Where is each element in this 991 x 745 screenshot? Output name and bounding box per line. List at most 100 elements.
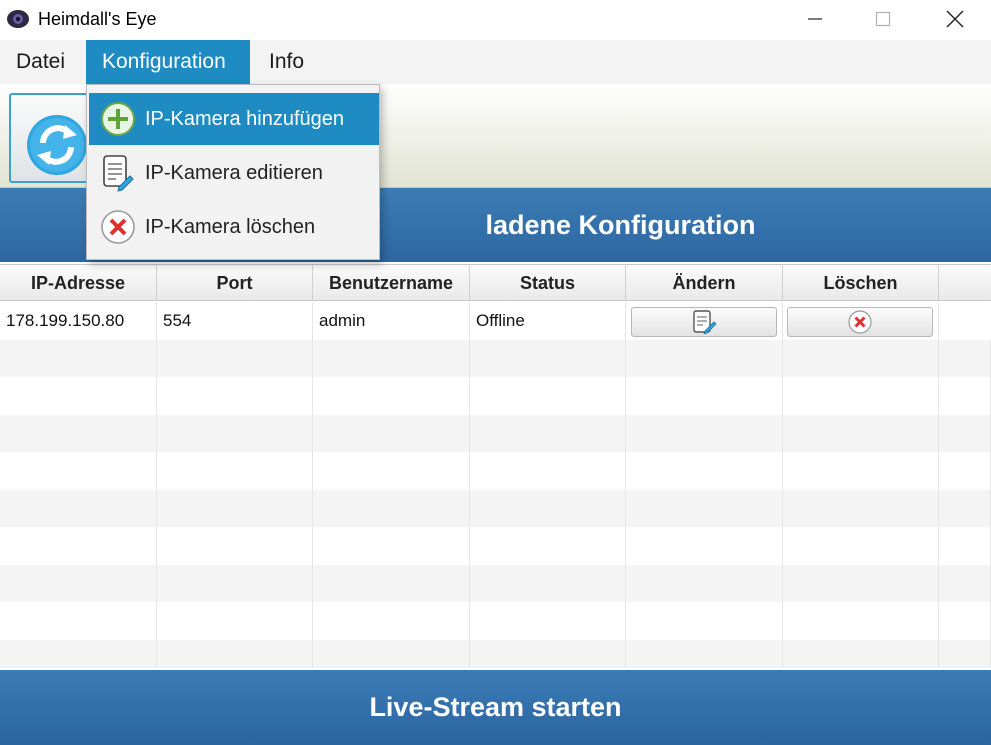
- empty-cell: [783, 414, 939, 452]
- empty-cell: [783, 339, 939, 377]
- empty-table-row: [0, 527, 991, 565]
- menu-item-add-label: IP-Kamera hinzufügen: [145, 107, 345, 130]
- empty-cell: [939, 414, 991, 452]
- column-benutzername[interactable]: Benutzername: [313, 265, 470, 301]
- empty-cell: [470, 489, 626, 527]
- close-button[interactable]: [920, 0, 990, 38]
- edit-document-icon: [99, 154, 137, 192]
- empty-cell: [783, 489, 939, 527]
- empty-cell: [470, 339, 626, 377]
- empty-cell: [939, 339, 991, 377]
- empty-cell: [157, 489, 313, 527]
- empty-cell: [313, 414, 470, 452]
- maximize-icon: [875, 11, 891, 27]
- empty-cell: [939, 489, 991, 527]
- column-status[interactable]: Status: [470, 265, 626, 301]
- empty-cell: [470, 414, 626, 452]
- refresh-icon: [27, 115, 87, 175]
- empty-cell: [0, 414, 157, 452]
- empty-table-row: [0, 489, 991, 527]
- empty-cell: [783, 377, 939, 415]
- empty-cell: [939, 452, 991, 490]
- empty-cell: [0, 489, 157, 527]
- empty-cell: [626, 602, 783, 640]
- empty-cell: [626, 527, 783, 565]
- empty-table-row: [0, 377, 991, 415]
- cell-user: admin: [313, 302, 470, 340]
- refresh-button[interactable]: [9, 93, 94, 183]
- empty-cell: [939, 564, 991, 602]
- empty-cell: [0, 339, 157, 377]
- menu-item-delete-label: IP-Kamera löschen: [145, 215, 316, 238]
- add-icon: [99, 100, 137, 138]
- empty-cell: [0, 452, 157, 490]
- delete-row-button[interactable]: [787, 307, 933, 337]
- menu-datei[interactable]: Datei: [0, 40, 81, 84]
- column-port[interactable]: Port: [157, 265, 313, 301]
- edit-document-icon: [693, 310, 717, 334]
- empty-cell: [939, 639, 991, 668]
- empty-cell: [157, 339, 313, 377]
- live-stream-label: Live-Stream starten: [369, 692, 622, 722]
- empty-cell: [313, 339, 470, 377]
- empty-cell: [0, 602, 157, 640]
- close-icon: [946, 10, 964, 28]
- empty-cell: [470, 602, 626, 640]
- konfiguration-dropdown: IP-Kamera hinzufügen IP-Kamera editieren: [86, 84, 380, 260]
- empty-cell: [157, 639, 313, 668]
- empty-table-row: [0, 602, 991, 640]
- delete-icon: [99, 208, 137, 246]
- cell-port: 554: [157, 302, 313, 340]
- menu-item-edit-camera[interactable]: IP-Kamera editieren: [89, 147, 379, 199]
- column-loeschen[interactable]: Löschen: [783, 265, 939, 301]
- empty-table-row: [0, 339, 991, 377]
- edit-row-button[interactable]: [631, 307, 777, 337]
- section-title: ladene Konfiguration: [485, 209, 756, 240]
- empty-cell: [157, 527, 313, 565]
- empty-cell: [157, 377, 313, 415]
- eye-logo-icon: [7, 10, 29, 28]
- column-aendern[interactable]: Ändern: [626, 265, 783, 301]
- delete-icon: [848, 310, 872, 334]
- empty-cell: [0, 377, 157, 415]
- empty-table-row: [0, 452, 991, 490]
- empty-table-row: [0, 639, 991, 668]
- menu-item-edit-label: IP-Kamera editieren: [145, 161, 323, 184]
- empty-cell: [939, 527, 991, 565]
- empty-cell: [626, 339, 783, 377]
- column-ip-adresse[interactable]: IP-Adresse: [0, 265, 157, 301]
- empty-cell: [626, 564, 783, 602]
- menu-info[interactable]: Info: [253, 40, 320, 84]
- empty-cell: [783, 639, 939, 668]
- camera-table: IP-Adresse Port Benutzername Status Ände…: [0, 264, 991, 668]
- empty-cell: [470, 564, 626, 602]
- empty-cell: [626, 489, 783, 527]
- empty-cell: [157, 452, 313, 490]
- minimize-button[interactable]: [780, 0, 850, 38]
- empty-cell: [626, 377, 783, 415]
- menu-item-add-camera[interactable]: IP-Kamera hinzufügen: [89, 93, 379, 145]
- empty-cell: [157, 414, 313, 452]
- empty-cell: [626, 639, 783, 668]
- table-header: IP-Adresse Port Benutzername Status Ände…: [0, 265, 991, 301]
- empty-cell: [0, 564, 157, 602]
- live-stream-button[interactable]: Live-Stream starten: [0, 670, 991, 745]
- empty-cell: [783, 527, 939, 565]
- empty-cell: [783, 564, 939, 602]
- window-title: Heimdall's Eye: [38, 9, 157, 29]
- minimize-icon: [808, 18, 822, 20]
- empty-cell: [0, 639, 157, 668]
- empty-cell: [939, 377, 991, 415]
- cell-ip: 178.199.150.80: [0, 302, 157, 340]
- empty-cell: [783, 602, 939, 640]
- empty-cell: [313, 452, 470, 490]
- menu-item-delete-camera[interactable]: IP-Kamera löschen: [89, 201, 379, 253]
- empty-cell: [470, 452, 626, 490]
- empty-table-row: [0, 414, 991, 452]
- empty-cell: [626, 452, 783, 490]
- empty-cell: [470, 527, 626, 565]
- column-filler: [939, 265, 991, 301]
- menu-konfiguration[interactable]: Konfiguration: [86, 40, 250, 84]
- maximize-button[interactable]: [848, 0, 918, 38]
- table-row[interactable]: 178.199.150.80 554 admin Offline: [0, 302, 991, 340]
